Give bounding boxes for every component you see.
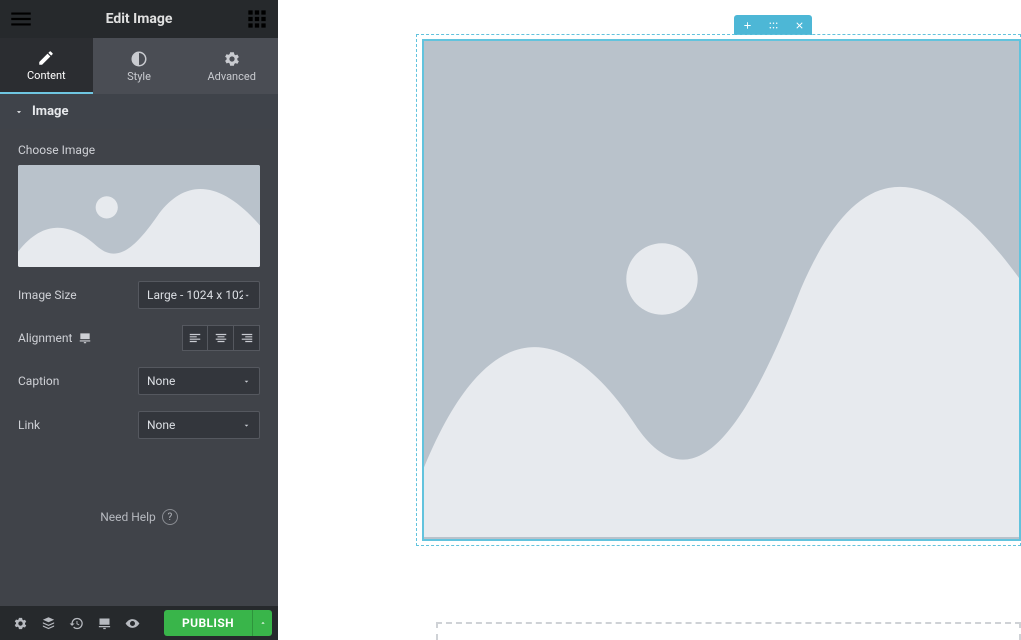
caption-select[interactable]: None (138, 367, 260, 395)
image-widget[interactable] (422, 39, 1021, 541)
edit-section-button[interactable] (768, 20, 779, 31)
link-select[interactable]: None (138, 411, 260, 439)
row-caption: Caption None (18, 367, 260, 395)
hamburger-menu-icon[interactable] (8, 6, 34, 32)
editor-canvas[interactable] (278, 0, 1021, 640)
publish-button[interactable]: PUBLISH (164, 610, 252, 636)
tab-style[interactable]: Style (93, 38, 186, 94)
navigator-icon[interactable] (34, 609, 62, 637)
caret-down-icon (243, 291, 251, 300)
choose-image-thumb[interactable] (18, 165, 260, 267)
alignment-buttons (182, 325, 260, 351)
section-toolbar (734, 15, 812, 35)
image-size-label: Image Size (18, 288, 77, 302)
drop-zone[interactable] (436, 622, 1021, 640)
caret-up-icon (259, 619, 267, 627)
choose-image-label: Choose Image (18, 143, 260, 157)
preview-icon[interactable] (118, 609, 146, 637)
caret-down-icon (242, 377, 251, 386)
align-center-button[interactable] (208, 325, 234, 351)
alignment-label: Alignment (18, 331, 92, 345)
tab-advanced[interactable]: Advanced (185, 38, 278, 94)
row-alignment: Alignment (18, 325, 260, 351)
delete-section-button[interactable] (794, 20, 805, 31)
history-icon[interactable] (62, 609, 90, 637)
pencil-icon (37, 49, 55, 67)
help-icon: ? (162, 509, 178, 525)
row-image-size: Image Size Large - 1024 x 1024 (18, 281, 260, 309)
section-image-header[interactable]: Image (0, 94, 278, 129)
image-size-select[interactable]: Large - 1024 x 1024 (138, 281, 260, 309)
sidebar-footer: PUBLISH (0, 606, 278, 640)
caption-label: Caption (18, 374, 59, 388)
panel-image-content: Choose Image Image Size Large - 1024 x 1… (0, 129, 278, 459)
responsive-icon[interactable] (90, 609, 118, 637)
gear-icon (223, 50, 241, 68)
sidebar-title: Edit Image (34, 11, 244, 27)
row-link: Link None (18, 411, 260, 439)
sidebar-header: Edit Image (0, 0, 278, 38)
align-left-button[interactable] (182, 325, 208, 351)
need-help-link[interactable]: Need Help ? (0, 459, 278, 525)
settings-icon[interactable] (6, 609, 34, 637)
contrast-icon (130, 50, 148, 68)
editor-sidebar: Edit Image Content Style Advanced Image … (0, 0, 278, 640)
caret-down-icon (14, 107, 24, 117)
grid-apps-icon[interactable] (244, 6, 270, 32)
publish-options-button[interactable] (252, 610, 272, 636)
caret-down-icon (242, 421, 251, 430)
link-label: Link (18, 418, 40, 432)
tab-content[interactable]: Content (0, 38, 93, 94)
desktop-icon[interactable] (78, 331, 92, 345)
sidebar-tabs: Content Style Advanced (0, 38, 278, 94)
align-right-button[interactable] (234, 325, 260, 351)
placeholder-image-icon (18, 165, 260, 267)
placeholder-image-icon (424, 41, 1019, 537)
add-section-button[interactable] (742, 20, 753, 31)
